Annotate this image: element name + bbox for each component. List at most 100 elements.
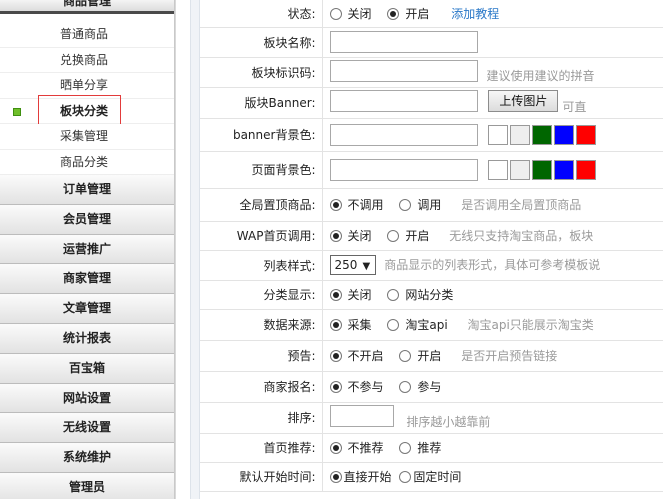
sidebar-item-block-category[interactable]: 板块分类 <box>0 94 174 126</box>
sidebar-cat-admin[interactable]: 管理员 <box>0 472 174 499</box>
option-label: 推荐 <box>417 441 442 455</box>
radio-status-close[interactable]: 关闭 <box>329 7 372 21</box>
sort-hint: 排序越小越靠前 <box>406 414 491 429</box>
value-preview: 不开启 开启 是否开启预告链接 <box>322 340 663 372</box>
radio-icon <box>387 230 400 242</box>
option-label: 关闭 <box>347 288 372 302</box>
radio-wap-close[interactable]: 关闭 <box>329 229 372 243</box>
option-label: 不参与 <box>347 380 384 394</box>
radio-start-direct[interactable]: 直接开始 <box>329 470 392 484</box>
radio-checked-icon <box>387 7 400 20</box>
radio-home-rec-no[interactable]: 不推荐 <box>329 441 384 455</box>
radio-global-top-yes[interactable]: 调用 <box>399 198 441 212</box>
sidebar-item-exchange-goods[interactable]: 兑换商品 <box>0 47 174 73</box>
radio-source-taobao[interactable]: 淘宝api <box>387 318 448 332</box>
radio-wap-open[interactable]: 开启 <box>387 229 429 243</box>
code-hint: 建议使用建议的拼音 <box>486 69 595 84</box>
option-label: 调用 <box>417 198 442 212</box>
sidebar-cat-orders[interactable]: 订单管理 <box>0 175 174 205</box>
row-cat-display: 分类显示: 关闭 网站分类 <box>200 280 663 310</box>
select-value: 250 <box>334 258 358 272</box>
sidebar-item-collect[interactable]: 采集管理 <box>0 124 174 150</box>
list-style-hint: 商品显示的列表形式，具体可参考模板说 <box>384 257 601 272</box>
swatch-green[interactable] <box>532 159 553 180</box>
swatch-green[interactable] <box>532 124 553 145</box>
sidebar-cat-articles[interactable]: 文章管理 <box>0 294 174 324</box>
sidebar-cat-toolbox[interactable]: 百宝箱 <box>0 353 174 384</box>
radio-source-collect[interactable]: 采集 <box>329 318 372 332</box>
radio-merchant-yes[interactable]: 参与 <box>399 380 441 394</box>
radio-cat-site[interactable]: 网站分类 <box>387 288 453 302</box>
value-wap-home: 关闭 开启 无线只支持淘宝商品，板块 <box>322 221 663 251</box>
radio-merchant-no[interactable]: 不参与 <box>329 380 384 394</box>
swatch-blue[interactable] <box>554 159 575 180</box>
option-label: 开启 <box>405 229 430 243</box>
sidebar-item-goods-category[interactable]: 商品分类 <box>0 149 174 175</box>
option-label: 网站分类 <box>405 288 454 302</box>
banner-bg-input[interactable] <box>329 123 478 146</box>
radio-status-open[interactable]: 开启 <box>387 7 429 21</box>
radio-icon <box>399 199 412 211</box>
sidebar-cat-system[interactable]: 系统维护 <box>0 443 174 473</box>
row-status: 状态: 关闭 开启 添加教程 <box>200 0 663 28</box>
swatch-white[interactable] <box>488 159 509 180</box>
radio-home-rec-yes[interactable]: 推荐 <box>399 441 441 455</box>
radio-checked-icon <box>329 230 342 242</box>
sort-input[interactable] <box>329 405 394 428</box>
add-tutorial-link[interactable]: 添加教程 <box>451 7 499 21</box>
value-page-bg <box>322 151 663 189</box>
upload-image-button[interactable]: 上传图片 <box>488 90 559 113</box>
sidebar-header-goods[interactable]: 商品管理 <box>0 0 174 14</box>
swatch-lightgray[interactable] <box>510 159 531 180</box>
label-cat-display: 分类显示: <box>200 280 323 310</box>
row-name: 板块名称: <box>200 27 663 58</box>
sidebar-cat-stats[interactable]: 统计报表 <box>0 323 174 354</box>
radio-preview-on[interactable]: 开启 <box>399 349 441 363</box>
radio-checked-icon <box>329 471 342 483</box>
value-banner-bg <box>322 118 663 152</box>
radio-checked-icon <box>329 442 342 454</box>
row-preview: 预告: 不开启 开启 是否开启预告链接 <box>200 340 663 372</box>
swatch-red[interactable] <box>576 124 597 145</box>
sidebar-cat-members[interactable]: 会员管理 <box>0 204 174 235</box>
sidebar-cat-site-settings[interactable]: 网站设置 <box>0 383 174 414</box>
swatch-blue[interactable] <box>554 124 575 145</box>
swatch-red[interactable] <box>576 159 597 180</box>
row-global-top: 全局置顶商品: 不调用 调用 是否调用全局置顶商品 <box>200 188 663 222</box>
sidebar-item-normal-goods[interactable]: 普通商品 <box>0 22 174 48</box>
row-source: 数据来源: 采集 淘宝api 淘宝api只能展示淘宝类 <box>200 309 663 341</box>
radio-global-top-no[interactable]: 不调用 <box>329 198 384 212</box>
label-source: 数据来源: <box>200 309 323 341</box>
value-source: 采集 淘宝api 淘宝api只能展示淘宝类 <box>322 309 663 341</box>
block-code-input[interactable] <box>329 59 478 82</box>
list-style-select[interactable]: 250 ▼ <box>329 255 377 275</box>
value-start-time: 直接开始 固定时间 <box>322 462 663 492</box>
banner-input[interactable] <box>329 90 478 113</box>
sidebar-spacer <box>0 14 174 22</box>
radio-cat-close[interactable]: 关闭 <box>329 288 372 302</box>
swatch-white[interactable] <box>488 124 509 145</box>
value-home-rec: 不推荐 推荐 <box>322 433 663 463</box>
swatch-lightgray[interactable] <box>510 124 531 145</box>
label-status: 状态: <box>200 0 323 28</box>
sidebar-cat-promotion[interactable]: 运营推广 <box>0 234 174 265</box>
row-code: 板块标识码: 建议使用建议的拼音 <box>200 57 663 88</box>
row-page-bg: 页面背景色: <box>200 151 663 189</box>
block-name-input[interactable] <box>329 31 478 53</box>
sidebar-item-label: 普通商品 <box>60 27 109 41</box>
sidebar-cat-wireless[interactable]: 无线设置 <box>0 413 174 444</box>
radio-checked-icon <box>329 289 342 301</box>
radio-icon <box>399 381 412 393</box>
row-sort: 排序: 排序越小越靠前 <box>200 402 663 434</box>
value-banner: 上传图片 可直 <box>322 87 663 119</box>
radio-preview-off[interactable]: 不开启 <box>329 349 384 363</box>
radio-start-fixed[interactable]: 固定时间 <box>399 470 461 484</box>
page-bg-input[interactable] <box>329 158 478 181</box>
row-banner-bg: banner背景色: <box>200 118 663 152</box>
row-home-rec: 首页推荐: 不推荐 推荐 <box>200 433 663 463</box>
label-page-bg: 页面背景色: <box>200 151 323 189</box>
sidebar-cat-merchants[interactable]: 商家管理 <box>0 264 174 295</box>
value-code: 建议使用建议的拼音 <box>322 57 663 88</box>
sidebar-item-label: 商品分类 <box>60 154 109 169</box>
radio-checked-icon <box>329 381 342 393</box>
